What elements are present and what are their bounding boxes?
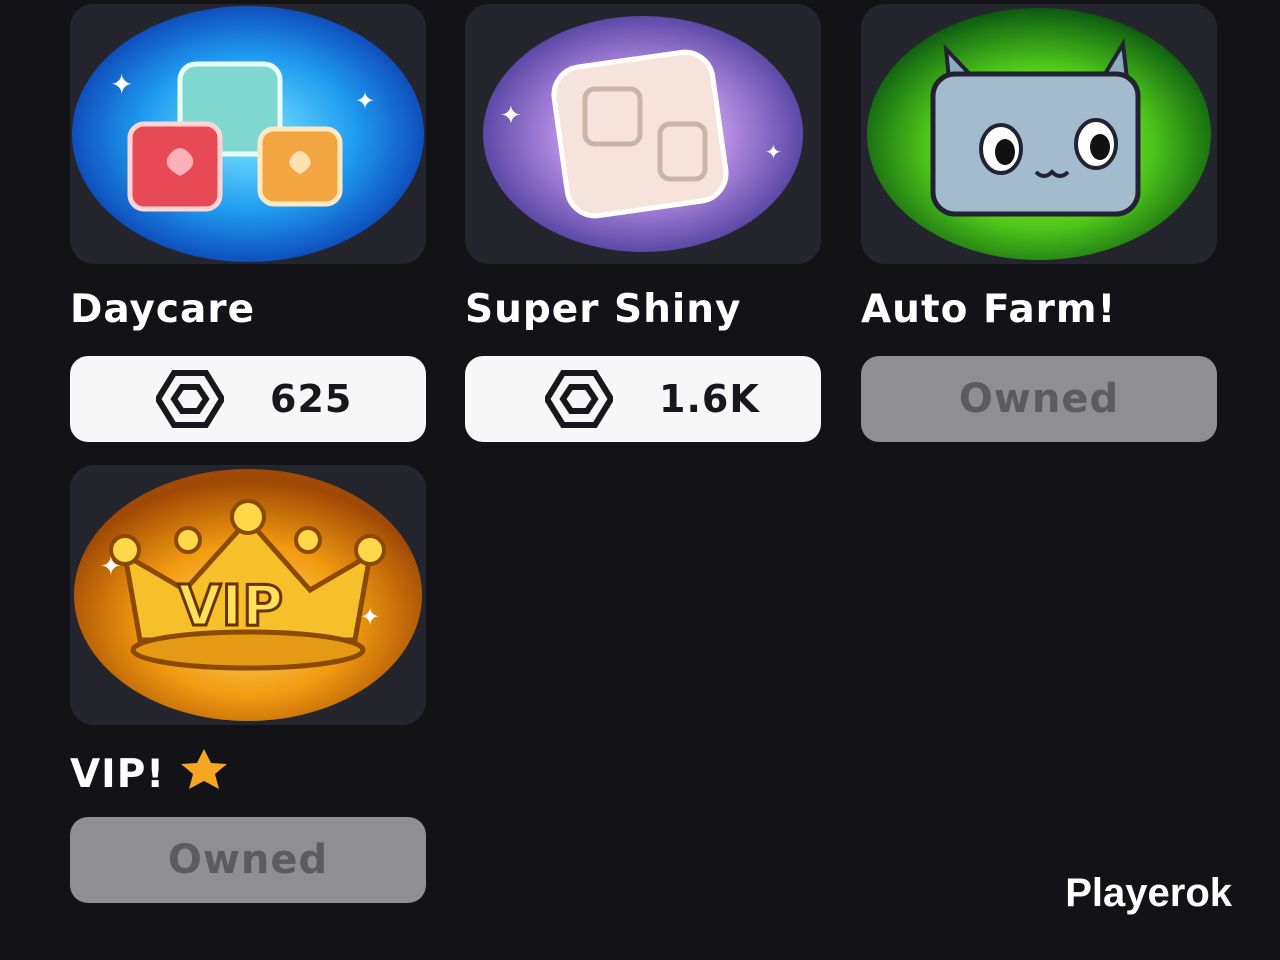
shiny-cube-icon: ✦ ✦ [483, 16, 803, 252]
svg-text:✦: ✦ [765, 140, 782, 164]
gamepass-card-daycare[interactable]: ✦ ✦ Daycare 625 [70, 4, 426, 442]
gamepass-title: Super Shiny [465, 287, 742, 332]
auto-farm-thumbnail[interactable] [861, 4, 1217, 264]
vip-crown-icon: VIP ✦ ✦ [74, 469, 422, 721]
gamepass-card-super-shiny[interactable]: ✦ ✦ Super Shiny 1.6K [465, 4, 821, 442]
robux-icon [156, 370, 224, 428]
gamepass-title: VIP! [70, 747, 426, 797]
daycare-cubes-icon: ✦ ✦ [72, 6, 424, 262]
svg-text:✦: ✦ [500, 101, 522, 131]
star-icon [181, 749, 228, 789]
price-label: 625 [270, 377, 353, 421]
gamepass-card-vip[interactable]: VIP ✦ ✦ VIP! Owned [70, 465, 426, 903]
robux-icon [545, 370, 613, 428]
price-label: 1.6K [659, 377, 760, 421]
daycare-thumbnail[interactable]: ✦ ✦ [70, 4, 426, 264]
cat-pet-icon [867, 8, 1211, 260]
gamepass-card-auto-farm[interactable]: Auto Farm! Owned [861, 4, 1217, 442]
owned-button-auto-farm: Owned [861, 356, 1217, 442]
svg-text:✦: ✦ [360, 603, 380, 631]
gamepass-title: Auto Farm! [861, 287, 1117, 332]
svg-text:VIP: VIP [178, 574, 283, 639]
buy-button-daycare[interactable]: 625 [70, 356, 426, 442]
svg-text:✦: ✦ [110, 68, 133, 101]
vip-thumbnail[interactable]: VIP ✦ ✦ [70, 465, 426, 725]
svg-text:✦: ✦ [355, 87, 375, 115]
svg-text:✦: ✦ [100, 552, 122, 582]
buy-button-super-shiny[interactable]: 1.6K [465, 356, 821, 442]
owned-button-vip: Owned [70, 817, 426, 903]
gamepass-title: Daycare [70, 287, 256, 332]
vip-title-text: VIP! [70, 752, 166, 797]
gamepass-grid: ✦ ✦ Daycare 625 ✦ ✦ Super Shiny 1.6K Aut… [0, 0, 1280, 960]
super-shiny-thumbnail[interactable]: ✦ ✦ [465, 4, 821, 264]
playerok-watermark: Playerok [1065, 871, 1232, 915]
